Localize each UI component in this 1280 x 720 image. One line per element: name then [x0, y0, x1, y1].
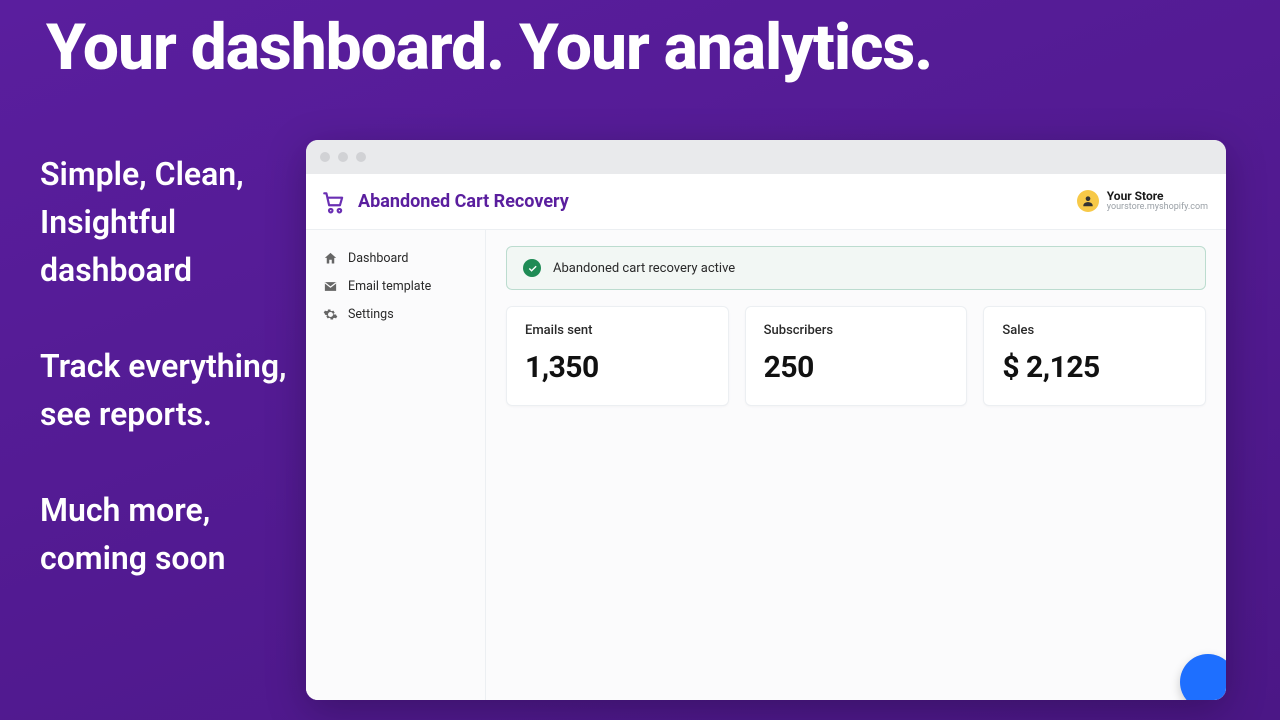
window-dot-3 [356, 152, 366, 162]
card-emails-sent: Emails sent 1,350 [506, 306, 729, 406]
home-icon [322, 250, 338, 266]
status-banner: Abandoned cart recovery active [506, 246, 1206, 290]
window-dot-1 [320, 152, 330, 162]
store-url: yourstore.myshopify.com [1107, 203, 1208, 213]
check-circle-icon [523, 259, 541, 277]
sidebar-item-label: Dashboard [348, 251, 408, 266]
card-value: 250 [764, 350, 949, 385]
card-value: 1,350 [525, 350, 710, 385]
cart-icon [320, 188, 348, 216]
app-body: Dashboard Email template Settings [306, 230, 1226, 700]
gear-icon [322, 306, 338, 322]
card-label: Emails sent [525, 323, 710, 338]
app-title: Abandoned Cart Recovery [358, 191, 569, 212]
card-label: Subscribers [764, 323, 949, 338]
card-value: $ 2,125 [1002, 350, 1187, 385]
app-header: Abandoned Cart Recovery Your Store yours… [306, 174, 1226, 230]
sidebar-item-dashboard[interactable]: Dashboard [306, 244, 485, 272]
sidebar-item-label: Settings [348, 307, 394, 322]
store-text: Your Store yourstore.myshopify.com [1107, 190, 1208, 213]
browser-titlebar [306, 140, 1226, 174]
browser-window: Abandoned Cart Recovery Your Store yours… [306, 140, 1226, 700]
status-text: Abandoned cart recovery active [553, 261, 735, 276]
mail-icon [322, 278, 338, 294]
sidebar: Dashboard Email template Settings [306, 230, 486, 700]
stats-cards: Emails sent 1,350 Subscribers 250 Sales … [506, 306, 1206, 406]
card-subscribers: Subscribers 250 [745, 306, 968, 406]
app-brand: Abandoned Cart Recovery [320, 188, 569, 216]
app-shell: Abandoned Cart Recovery Your Store yours… [306, 174, 1226, 700]
store-account[interactable]: Your Store yourstore.myshopify.com [1077, 190, 1208, 213]
card-sales: Sales $ 2,125 [983, 306, 1206, 406]
card-label: Sales [1002, 323, 1187, 338]
copy-line-3: Much more, coming soon [40, 486, 290, 582]
main-content: Abandoned cart recovery active Emails se… [486, 230, 1226, 700]
marketing-copy: Simple, Clean, Insightful dashboard Trac… [40, 150, 290, 630]
window-dot-2 [338, 152, 348, 162]
sidebar-item-email-template[interactable]: Email template [306, 272, 485, 300]
copy-line-2: Track everything, see reports. [40, 342, 290, 438]
avatar-icon [1077, 190, 1099, 212]
sidebar-item-settings[interactable]: Settings [306, 300, 485, 328]
hero-title: Your dashboard. Your analytics. [46, 10, 932, 85]
copy-line-1: Simple, Clean, Insightful dashboard [40, 150, 290, 294]
sidebar-item-label: Email template [348, 279, 431, 294]
